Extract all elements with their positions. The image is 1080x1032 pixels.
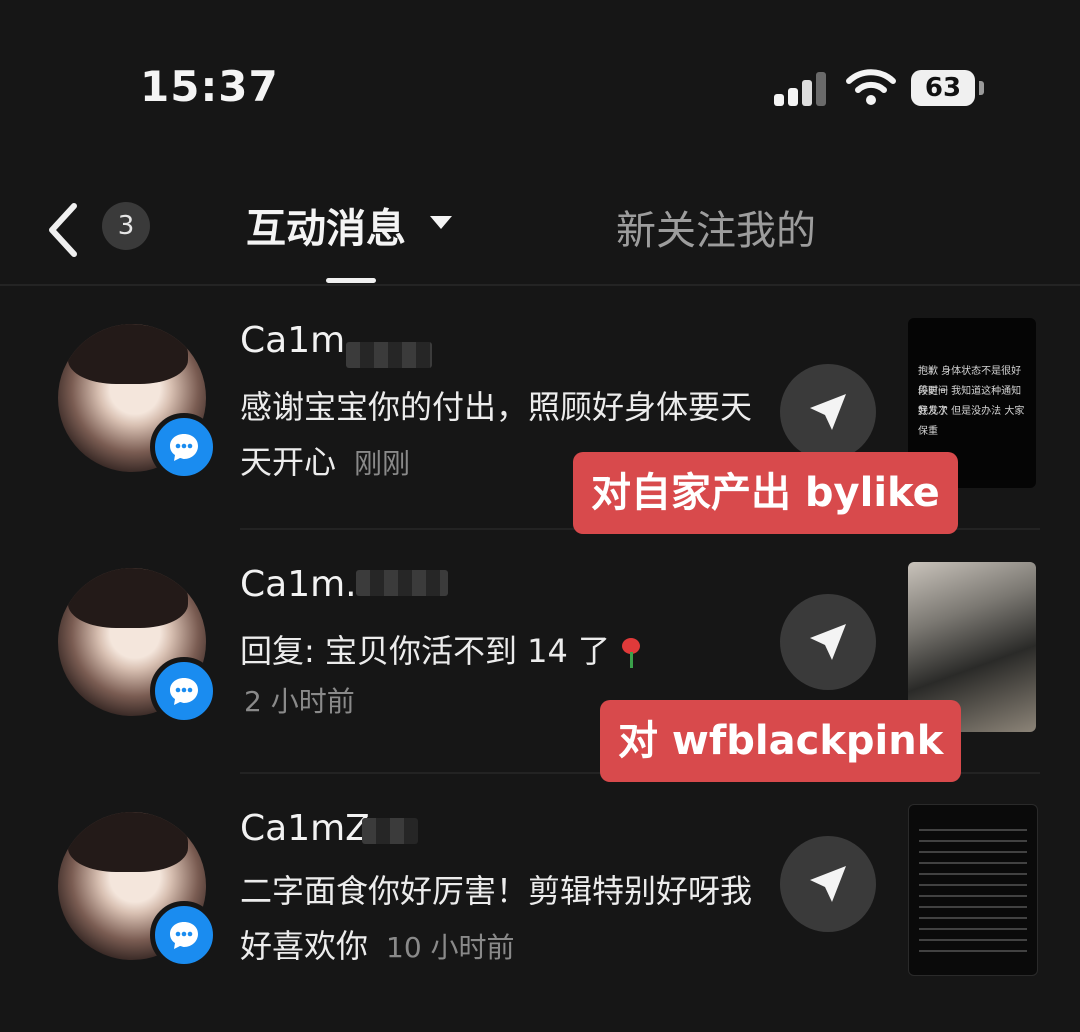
paper-plane-icon: [810, 394, 846, 430]
unread-count-badge: 3: [102, 202, 150, 250]
caret-down-icon[interactable]: [430, 216, 452, 229]
share-button[interactable]: [780, 364, 876, 460]
thumbnail-text-line: 好几次 但是没办法 大家保重: [918, 406, 1025, 437]
comment-icon: [150, 901, 218, 969]
username[interactable]: Ca1m: [240, 320, 345, 361]
username[interactable]: Ca1mZ: [240, 808, 370, 849]
rose-icon: [620, 638, 642, 668]
status-bar: 15:37 63: [0, 0, 1080, 150]
notification-message: 二字面食你好厉害！剪辑特别好呀我好喜欢你 10 小时前: [240, 864, 760, 975]
status-time: 15:37: [140, 62, 279, 111]
wifi-icon: [846, 69, 896, 105]
battery-tip-icon: [979, 81, 984, 95]
comment-icon: [150, 413, 218, 481]
signal-icon: [774, 72, 828, 106]
message-text: 回复: 宝贝你活不到 14 了: [240, 632, 611, 670]
timestamp: 刚刚: [354, 447, 411, 480]
annotation-label: 对自家产出 bylike: [573, 452, 958, 534]
active-tab-indicator: [326, 278, 376, 283]
timestamp: 2 小时前: [244, 685, 355, 718]
comment-icon: [150, 657, 218, 725]
notification-message: 回复: 宝贝你活不到 14 了: [240, 624, 760, 679]
tab-interactions[interactable]: 互动消息: [246, 196, 406, 254]
timestamp: 10 小时前: [386, 931, 515, 964]
notification-item[interactable]: Ca1mZ 二字面食你好厉害！剪辑特别好呀我好喜欢你 10 小时前: [0, 774, 1080, 1018]
battery-indicator: 63: [911, 70, 975, 106]
post-thumbnail[interactable]: [908, 804, 1038, 976]
paper-plane-icon: [810, 866, 846, 902]
username[interactable]: Ca1m.: [240, 564, 357, 605]
share-button[interactable]: [780, 594, 876, 690]
redaction-blur: [346, 342, 432, 368]
paper-plane-icon: [810, 624, 846, 660]
redaction-blur: [356, 570, 448, 596]
message-header: [0, 150, 1080, 284]
share-button[interactable]: [780, 836, 876, 932]
redaction-blur: [362, 818, 418, 844]
tab-new-followers[interactable]: 新关注我的: [616, 198, 816, 256]
annotation-label: 对 wfblackpink: [600, 700, 962, 782]
back-chevron-icon[interactable]: [40, 198, 84, 262]
